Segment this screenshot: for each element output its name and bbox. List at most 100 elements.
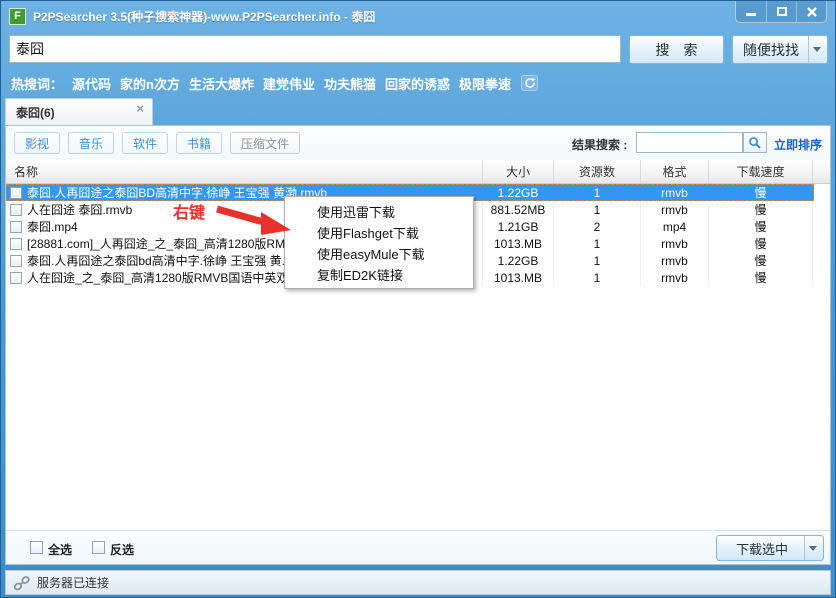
result-format: rmvb bbox=[641, 235, 709, 252]
result-sources: 1 bbox=[593, 185, 601, 200]
result-sources: 2 bbox=[554, 218, 641, 235]
annotation-arrow-icon bbox=[216, 205, 291, 235]
close-button[interactable] bbox=[796, 1, 826, 22]
menu-item-thunder-download[interactable]: 使用迅雷下载 bbox=[285, 202, 473, 223]
result-speed: 慢 bbox=[754, 186, 767, 200]
search-input[interactable] bbox=[9, 35, 621, 63]
window-title: P2PSearcher 3.5(种子搜索神器)-www.P2PSearcher.… bbox=[33, 9, 376, 24]
connection-link-icon bbox=[13, 575, 31, 591]
result-size: 881.52MB bbox=[483, 201, 554, 218]
search-icon bbox=[749, 136, 761, 149]
filter-toolbar: 影视 音乐 软件 书籍 压缩文件 结果搜索 : 立即排序 bbox=[6, 126, 830, 160]
hot-word-link[interactable]: 极限拳速 bbox=[459, 74, 511, 93]
result-name: 泰囧.mp4 bbox=[27, 220, 78, 234]
select-all-checkbox[interactable] bbox=[30, 541, 43, 554]
download-selected-button[interactable]: 下载选中 bbox=[716, 535, 824, 561]
category-button-video[interactable]: 影视 bbox=[14, 132, 60, 154]
minimize-button[interactable] bbox=[736, 1, 766, 22]
column-header-name[interactable]: 名称 bbox=[6, 160, 483, 183]
context-menu: 使用迅雷下载 使用Flashget下载 使用easyMule下载 复制ED2K链… bbox=[284, 196, 474, 289]
result-search-label: 结果搜索 : bbox=[572, 138, 628, 152]
result-size: 1.22GB bbox=[497, 185, 539, 200]
status-bar: 服务器已连接 bbox=[5, 570, 831, 595]
hot-word-link[interactable]: 回家的诱惑 bbox=[385, 74, 450, 93]
server-status-text: 服务器已连接 bbox=[37, 576, 110, 590]
row-checkbox[interactable] bbox=[10, 220, 22, 233]
maximize-button[interactable] bbox=[766, 1, 796, 22]
row-checkbox[interactable] bbox=[10, 254, 22, 267]
search-button[interactable]: 搜 索 bbox=[629, 35, 724, 64]
category-button-music[interactable]: 音乐 bbox=[68, 132, 114, 154]
row-checkbox[interactable] bbox=[10, 186, 22, 199]
result-size: 1013.MB bbox=[483, 235, 554, 252]
result-size: 1013.MB bbox=[483, 269, 554, 286]
sort-now-link[interactable]: 立即排序 bbox=[774, 136, 822, 153]
result-name: 人在囧途_之_泰囧_高清1280版RMVB国语中英双... bbox=[27, 271, 299, 285]
window-controls bbox=[735, 1, 827, 23]
column-header-speed[interactable]: 下载速度 bbox=[709, 160, 813, 183]
result-sources: 1 bbox=[554, 235, 641, 252]
result-format: rmvb bbox=[641, 269, 709, 286]
menu-item-flashget-download[interactable]: 使用Flashget下载 bbox=[285, 223, 473, 244]
tab-results[interactable]: 泰囧(6) × bbox=[5, 98, 153, 125]
invert-selection-checkbox[interactable] bbox=[92, 541, 105, 554]
row-checkbox[interactable] bbox=[10, 237, 22, 250]
result-sources: 1 bbox=[554, 252, 641, 269]
result-size: 1.22GB bbox=[483, 252, 554, 269]
result-speed: 慢 bbox=[709, 201, 813, 218]
column-header-sources[interactable]: 资源数 bbox=[554, 160, 641, 183]
result-speed: 慢 bbox=[709, 269, 813, 286]
category-button-archives[interactable]: 压缩文件 bbox=[230, 132, 300, 154]
chevron-down-icon bbox=[808, 545, 817, 551]
close-icon bbox=[806, 6, 817, 17]
row-checkbox[interactable] bbox=[10, 271, 22, 284]
menu-item-easymule-download[interactable]: 使用easyMule下载 bbox=[285, 244, 473, 265]
search-bar: 搜 索 随便找找 bbox=[1, 33, 835, 67]
result-name: 人在囧途 泰囧.rmvb bbox=[27, 203, 133, 217]
hot-word-link[interactable]: 生活大爆炸 bbox=[189, 74, 254, 93]
minimize-icon bbox=[746, 13, 756, 16]
table-header: 名称 大小 资源数 格式 下载速度 bbox=[6, 160, 830, 184]
hot-word-link[interactable]: 源代码 bbox=[72, 74, 111, 93]
result-search-input[interactable] bbox=[636, 132, 743, 153]
hot-word-link[interactable]: 功夫熊猫 bbox=[324, 74, 376, 93]
result-sources: 1 bbox=[554, 269, 641, 286]
app-window: F P2PSearcher 3.5(种子搜索神器)-www.P2PSearche… bbox=[0, 0, 836, 598]
download-selected-label: 下载选中 bbox=[735, 541, 788, 557]
tab-close-icon[interactable]: × bbox=[136, 101, 144, 116]
invert-selection-label: 反选 bbox=[110, 543, 135, 557]
result-sources: 1 bbox=[554, 201, 641, 218]
app-logo-icon: F bbox=[9, 7, 26, 25]
result-format: rmvb bbox=[661, 185, 688, 200]
results-panel: 影视 音乐 软件 书籍 压缩文件 结果搜索 : 立即排序 名称 大小 资源数 格… bbox=[5, 125, 831, 565]
menu-item-copy-ed2k-link[interactable]: 复制ED2K链接 bbox=[285, 265, 473, 286]
category-button-books[interactable]: 书籍 bbox=[176, 132, 222, 154]
refresh-icon bbox=[524, 77, 536, 88]
column-header-format[interactable]: 格式 bbox=[641, 160, 709, 183]
row-checkbox[interactable] bbox=[10, 203, 22, 216]
result-format: rmvb bbox=[641, 201, 709, 218]
result-name: 泰囧.人再囧途之泰囧bd高清中字.徐峥 王宝强 黄... bbox=[27, 254, 292, 268]
maximize-icon bbox=[776, 7, 787, 16]
lucky-dropdown-arrow[interactable] bbox=[808, 36, 824, 63]
result-size: 1.21GB bbox=[483, 218, 554, 235]
column-header-size[interactable]: 大小 bbox=[483, 160, 554, 183]
title-bar: F P2PSearcher 3.5(种子搜索神器)-www.P2PSearche… bbox=[1, 1, 835, 31]
hot-words-bar: 热搜词： 源代码 家的n次方 生活大爆炸 建党伟业 功夫熊猫 回家的诱惑 极限拳… bbox=[1, 71, 835, 95]
selection-footer: 全选 反选 下载选中 bbox=[6, 530, 830, 564]
refresh-hot-words-button[interactable] bbox=[521, 75, 539, 91]
hot-word-link[interactable]: 家的n次方 bbox=[120, 74, 180, 93]
hot-word-link[interactable]: 建党伟业 bbox=[263, 74, 315, 93]
lucky-search-label: 随便找找 bbox=[743, 41, 799, 58]
hot-words-label: 热搜词： bbox=[11, 76, 64, 92]
result-search-button[interactable] bbox=[743, 132, 767, 153]
select-all-label: 全选 bbox=[48, 543, 73, 557]
right-click-annotation: 右键 bbox=[173, 205, 206, 222]
column-header-filler bbox=[813, 160, 830, 183]
result-speed: 慢 bbox=[709, 252, 813, 269]
category-button-software[interactable]: 软件 bbox=[122, 132, 168, 154]
result-speed: 慢 bbox=[709, 235, 813, 252]
lucky-search-button[interactable]: 随便找找 bbox=[732, 35, 828, 64]
tab-label: 泰囧(6) bbox=[16, 105, 55, 120]
download-dropdown-arrow[interactable] bbox=[804, 536, 820, 560]
